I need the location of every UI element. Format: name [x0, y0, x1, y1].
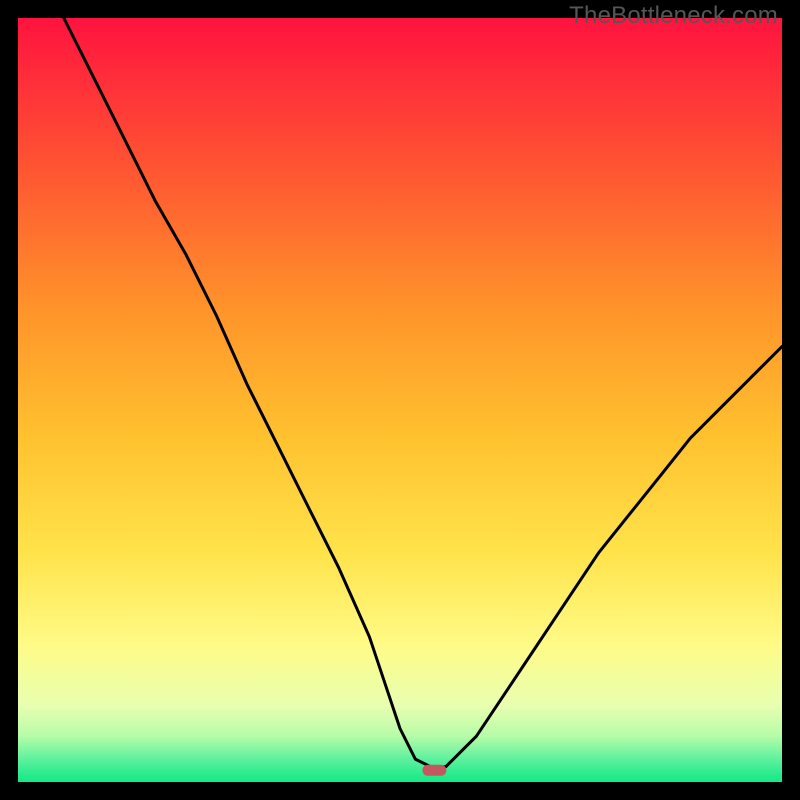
bottleneck-chart: [18, 18, 782, 782]
chart-frame: [18, 18, 782, 782]
gradient-background: [18, 18, 782, 782]
optimal-marker: [422, 765, 446, 776]
watermark-text: TheBottleneck.com: [569, 2, 778, 30]
